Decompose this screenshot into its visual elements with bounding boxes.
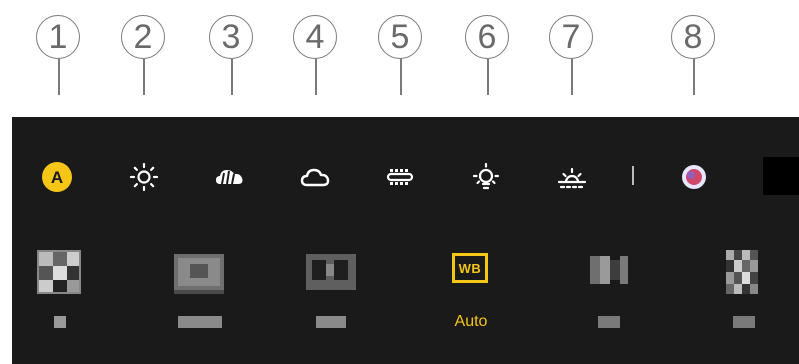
cloud-icon — [300, 168, 330, 187]
wb-auto-tile[interactable]: WB — [452, 253, 488, 283]
callout-7: 7 — [548, 15, 596, 95]
callout-line — [231, 59, 233, 95]
callout-2: 2 — [120, 15, 168, 95]
preview-label — [54, 316, 66, 328]
wb-mode-fluorescent[interactable] — [383, 160, 417, 194]
callout-number: 4 — [293, 15, 337, 59]
callout-number: 2 — [121, 15, 165, 59]
callout-4: 4 — [292, 15, 340, 95]
sunset-icon — [557, 167, 587, 189]
custom-color-icon — [682, 165, 706, 189]
preview-label — [598, 316, 620, 328]
callout-line — [487, 59, 489, 95]
callout-number: 3 — [209, 15, 253, 59]
cloudy-haze-icon — [216, 170, 243, 185]
wb-mode-daylight[interactable] — [127, 160, 161, 194]
preview-thumbnail[interactable] — [306, 250, 356, 294]
incandescent-bulb-icon — [472, 162, 500, 190]
preview-thumbnail[interactable] — [586, 250, 632, 294]
callout-number: 1 — [36, 15, 80, 59]
callout-number: 6 — [465, 15, 509, 59]
callout-number: 5 — [378, 15, 422, 59]
callout-line — [693, 59, 695, 95]
callout-8: 8 — [670, 15, 718, 95]
mode-divider — [632, 166, 634, 185]
callout-3: 3 — [208, 15, 256, 95]
callout-5: 5 — [377, 15, 425, 95]
callout-line — [58, 59, 60, 95]
wb-badge-text: WB — [458, 260, 482, 276]
callout-number: 8 — [671, 15, 715, 59]
sunny-icon — [129, 162, 159, 192]
wb-mode-incandescent[interactable] — [469, 160, 503, 194]
preview-thumbnail[interactable] — [37, 250, 81, 294]
callout-line — [400, 59, 402, 95]
fluorescent-icon — [386, 169, 414, 185]
wb-mode-cloud[interactable] — [298, 160, 332, 194]
callout-line — [315, 59, 317, 95]
wb-mode-sunset[interactable] — [555, 160, 589, 194]
callout-6: 6 — [464, 15, 512, 95]
callout-number: 7 — [549, 15, 593, 59]
preview-label — [733, 316, 755, 328]
auto-letter: A — [51, 168, 63, 187]
wb-mode-auto[interactable]: A — [40, 160, 74, 194]
auto-a-icon: A — [42, 162, 72, 192]
wb-auto-label: Auto — [454, 313, 488, 330]
wb-mode-cloudy[interactable] — [213, 160, 247, 194]
white-balance-panel — [12, 117, 799, 364]
panel-edge-block — [763, 157, 799, 195]
callout-line — [143, 59, 145, 95]
callout-line — [571, 59, 573, 95]
preview-thumbnail[interactable] — [720, 250, 770, 294]
callout-1: 1 — [35, 15, 83, 95]
preview-label — [316, 316, 346, 328]
wb-mode-custom[interactable] — [677, 160, 711, 194]
preview-label — [178, 316, 222, 328]
preview-thumbnail[interactable] — [174, 250, 224, 294]
